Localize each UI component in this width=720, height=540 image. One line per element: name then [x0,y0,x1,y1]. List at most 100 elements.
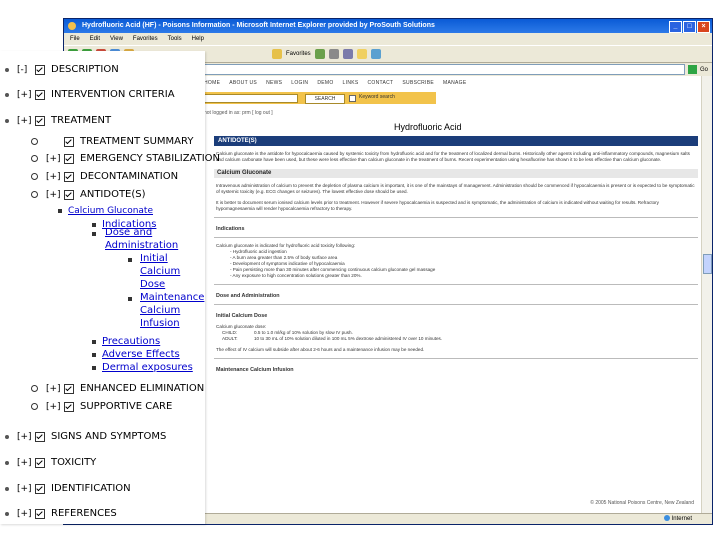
expand-toggle[interactable]: [+] [17,458,35,468]
keyword-search-checkbox[interactable] [349,95,356,102]
maintenance-heading: Maintenance Calcium Infusion [216,367,294,373]
outline-item-references[interactable]: [+] REFERENCES [5,508,117,519]
outline-item-calcium-gluconate[interactable]: Calcium Gluconate [58,206,153,216]
expand-toggle[interactable]: [+] [17,484,35,494]
outline-item-adverse-effects[interactable]: Adverse Effects [92,349,180,360]
outline-item-dose-administration[interactable] [92,232,102,236]
scroll-thumb[interactable] [703,254,712,274]
outline-item-precautions[interactable]: Precautions [92,336,160,347]
outline-label: INTERVENTION CRITERIA [51,89,175,100]
outline-item-intervention-criteria[interactable]: [+] INTERVENTION CRITERIA [5,89,175,100]
history-icon[interactable] [314,49,325,59]
maintenance-infusion-link[interactable]: Maintenance Calcium Infusion [140,291,204,330]
outline-item-initial-calcium-dose[interactable] [128,258,138,262]
ie-logo-icon [68,22,76,30]
expand-toggle[interactable]: [+] [46,172,64,182]
menu-favorites[interactable]: Favorites [133,33,158,45]
nav-about[interactable]: ABOUT US [229,80,257,86]
paragraph: It is better to document serum ionised c… [216,200,659,211]
nav-news[interactable]: NEWS [266,80,282,86]
outline-item-signs-symptoms[interactable]: [+] SIGNS AND SYMPTOMS [5,431,166,442]
expand-toggle[interactable]: [+] [46,402,64,412]
outline-item-toxicity[interactable]: [+] TOXICITY [5,457,96,468]
checkbox-checked-icon[interactable] [35,115,45,126]
nav-links[interactable]: LINKS [343,80,359,86]
expand-toggle[interactable]: [+] [17,432,35,442]
maximize-icon[interactable]: □ [683,21,696,33]
outline-label: DESCRIPTION [51,64,119,75]
adverse-effects-link[interactable]: Adverse Effects [102,349,180,360]
nav-login[interactable]: LOGIN [291,80,308,86]
checkbox-checked-icon[interactable] [35,431,45,442]
nav-contact[interactable]: CONTACT [368,80,394,86]
bullet-icon [5,486,9,491]
go-button[interactable]: Go [700,67,712,73]
globe-icon [663,515,670,522]
checkbox-checked-icon[interactable] [64,401,74,412]
checkbox-checked-icon[interactable] [35,483,45,494]
square-bullet-icon [92,365,96,370]
expand-toggle[interactable]: [+] [17,116,35,126]
search-input[interactable] [204,94,298,103]
menu-view[interactable]: View [110,33,123,45]
menu-edit[interactable]: Edit [90,33,100,45]
collapse-toggle[interactable]: [-] [17,65,35,75]
nav-home[interactable]: HOME [204,80,220,86]
search-button[interactable]: SEARCH [305,94,345,104]
status-zone: Internet [663,514,692,524]
vertical-scrollbar[interactable] [701,76,712,514]
checkbox-checked-icon[interactable] [64,136,74,147]
nav-subscribe[interactable]: SUBSCRIBE [402,80,434,86]
minimize-icon[interactable]: _ [669,21,682,33]
dermal-exposures-link[interactable]: Dermal exposures [102,362,193,373]
expand-toggle[interactable]: [+] [46,190,64,200]
dose-administration-link[interactable]: Dose and Administration [105,226,185,252]
expand-toggle[interactable]: [+] [17,509,35,519]
nav-demo[interactable]: DEMO [317,80,333,86]
outline-item-enhanced-elimination[interactable]: [+] ENHANCED ELIMINATION [31,383,204,394]
close-icon[interactable]: × [697,21,710,33]
outline-item-treatment[interactable]: [+] TREATMENT [5,115,111,126]
menu-help[interactable]: Help [192,33,204,45]
favorites-button[interactable]: Favorites [286,51,311,57]
checkbox-checked-icon[interactable] [64,383,74,394]
title-bar: Hydrofluoric Acid (HF) - Poisons Informa… [64,19,712,33]
bullet-icon [5,67,9,72]
adult-dose: 10 to 30 mL of 10% solution diluted in 1… [254,336,443,341]
menu-file[interactable]: File [70,33,80,45]
checkbox-checked-icon[interactable] [64,189,74,200]
outline-item-decontamination[interactable]: [+] DECONTAMINATION [31,171,178,182]
checkbox-checked-icon[interactable] [64,171,74,182]
indications-heading: Indications [216,226,245,232]
checkbox-checked-icon[interactable] [35,64,45,75]
outline-item-description[interactable]: [-] DESCRIPTION [5,64,119,75]
messenger-icon[interactable] [370,49,381,59]
print-icon[interactable] [342,49,353,59]
outline-item-maintenance-infusion[interactable] [128,297,138,301]
checkbox-checked-icon[interactable] [35,89,45,100]
outline-item-dermal-exposures[interactable]: Dermal exposures [92,362,193,373]
outline-item-antidotes[interactable]: [+] ANTIDOTE(S) [31,189,146,200]
outline-item-identification[interactable]: [+] IDENTIFICATION [5,483,131,494]
expand-toggle[interactable]: [+] [17,90,35,100]
outline-item-treatment-summary[interactable]: TREATMENT SUMMARY [31,136,193,147]
checkbox-checked-icon[interactable] [35,457,45,468]
outline-item-supportive-care[interactable]: [+] SUPPORTIVE CARE [31,401,172,412]
checkbox-checked-icon[interactable] [64,153,74,164]
expand-toggle[interactable]: [+] [46,154,64,164]
nav-manage[interactable]: MANAGE [443,80,466,86]
go-arrow-icon[interactable] [687,65,697,74]
favorites-icon[interactable] [272,49,282,59]
expand-toggle[interactable]: [+] [46,384,64,394]
menu-bar: File Edit View Favorites Tools Help [64,33,712,45]
outline-item-emergency-stabilization[interactable]: [+] EMERGENCY STABILIZATION [31,153,220,164]
initial-calcium-dose-link[interactable]: Initial Calcium Dose [140,252,190,291]
mail-icon[interactable] [328,49,339,59]
outline-label: SUPPORTIVE CARE [80,401,173,412]
calcium-gluconate-link[interactable]: Calcium Gluconate [68,206,153,216]
precautions-link[interactable]: Precautions [102,336,160,347]
menu-tools[interactable]: Tools [168,33,182,45]
checkbox-checked-icon[interactable] [35,508,45,519]
folder-icon[interactable] [356,49,367,59]
section-header: ANTIDOTE(S) [214,136,698,146]
